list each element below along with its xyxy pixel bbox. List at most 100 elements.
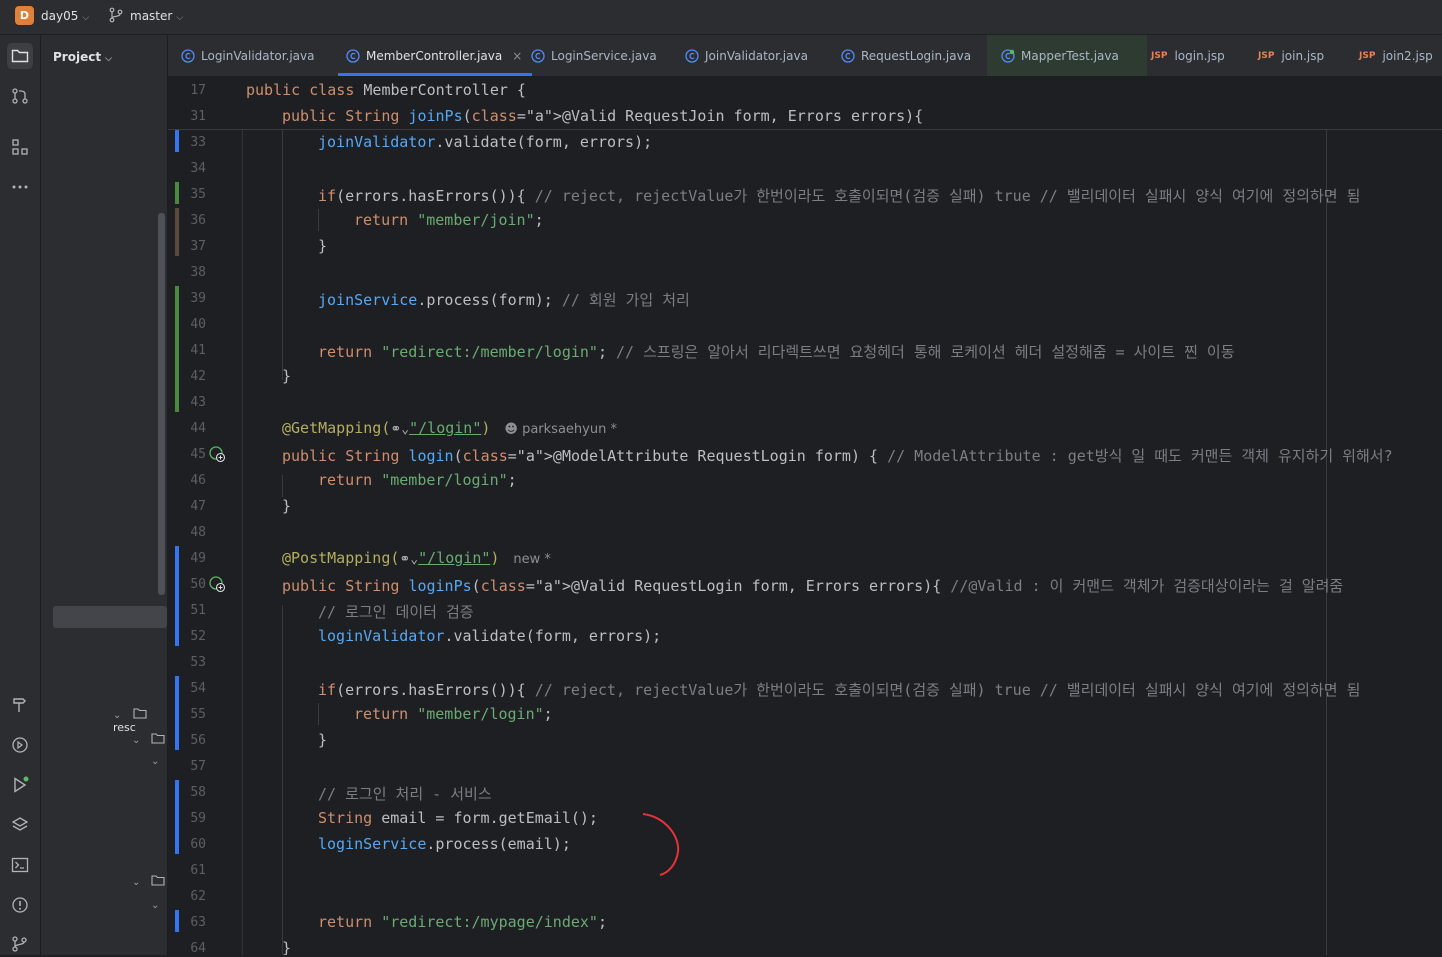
project-panel-header[interactable]: Project ⌵ [53, 50, 112, 64]
line-number: 45 [190, 447, 206, 462]
project-badge[interactable]: D [15, 6, 34, 25]
change-marker-deleted[interactable] [175, 208, 179, 256]
code-line-47: } [282, 497, 291, 515]
folder-icon [133, 708, 147, 719]
layers-tool-button[interactable] [7, 812, 33, 838]
problems-tool-button[interactable] [7, 892, 33, 918]
tab-requestlogin[interactable]: RequestLogin.java [841, 35, 971, 76]
code-text: public String loginPs(class="a">@Valid R… [282, 577, 942, 595]
tree-item-resources[interactable]: ⌄ resc [113, 707, 167, 734]
run-icon [14, 776, 29, 793]
line-number: 54 [190, 681, 206, 696]
sticky-method-line[interactable]: public String joinPs(class="a">@Valid Re… [282, 107, 923, 125]
tab-join-jsp[interactable]: JSP join.jsp [1258, 35, 1324, 76]
code-text: } [282, 367, 292, 385]
layers-icon [11, 817, 29, 831]
change-marker-added[interactable] [175, 286, 179, 412]
author-hint[interactable]: new * [513, 552, 551, 567]
chevron-down-icon[interactable]: ⌄ [132, 735, 140, 746]
git-tool-button[interactable] [7, 931, 33, 957]
test-class-icon [1001, 48, 1015, 63]
structure-tool-button[interactable] [7, 134, 33, 160]
code-text: return "redirect:/mypage/index"; [318, 913, 607, 931]
red-bracket-mark [642, 813, 680, 876]
change-marker-modified[interactable] [175, 676, 179, 750]
globe-icon[interactable]: ⚭⌄ [390, 422, 409, 437]
tab-join2-jsp[interactable]: JSP join2.jsp [1359, 35, 1433, 76]
tree-item-collapsed[interactable]: ⌄ [151, 754, 159, 767]
request-path-link[interactable]: "/login" [418, 549, 490, 567]
change-marker-modified[interactable] [175, 910, 179, 932]
code-text: joinService.process(form); [318, 291, 553, 309]
tree-item-collapsed-2[interactable]: ⌄ [151, 898, 159, 911]
author-hint[interactable]: ☻ parksaehyun * [504, 422, 617, 437]
terminal-tool-button[interactable] [7, 852, 33, 878]
chevron-down-icon[interactable]: ⌄ [113, 710, 121, 721]
sticky-class-line[interactable]: public class MemberController { [246, 81, 526, 99]
web-endpoint-icon[interactable] [208, 575, 226, 593]
code-comment: // reject, rejectValue가 한번이라도 호출이되면(검증 실… [534, 681, 1361, 699]
more-tools-button[interactable] [7, 174, 33, 200]
code-comment: // 회원 가입 처리 [561, 291, 690, 309]
tab-label: LoginService.java [551, 48, 657, 63]
tab-label: MapperTest.java [1021, 48, 1119, 63]
panel-title: Project [53, 50, 102, 64]
project-switcher[interactable]: day05 ⌵ [41, 9, 89, 23]
change-marker-modified[interactable] [175, 130, 179, 152]
tab-membercontroller[interactable]: MemberController.java × [338, 35, 533, 76]
java-class-icon [841, 48, 855, 63]
tree-item-folder-2[interactable]: ⌄ [132, 874, 165, 888]
vertical-scrollbar[interactable] [158, 213, 165, 595]
indent-guide [282, 130, 283, 380]
annotation-text: @PostMapping( [282, 549, 400, 567]
line-number: 40 [190, 317, 206, 332]
code-text: return "member/join"; [354, 211, 544, 229]
line-number: 55 [190, 707, 206, 722]
run-tool-button[interactable] [7, 772, 33, 798]
tab-loginvalidator[interactable]: LoginValidator.java [181, 35, 314, 76]
close-icon[interactable]: × [512, 49, 522, 63]
code-comment: // 스프링은 알아서 리다렉트쓰면 요청헤더 통해 로케이션 헤더 설정해줌 … [616, 343, 1235, 361]
branch-switcher[interactable]: master ⌵ [130, 9, 183, 23]
code-text: String email = form.getEmail(); [318, 809, 598, 827]
code-line-31: public String joinPs(class="a">@Valid Re… [282, 107, 923, 125]
tab-login-jsp[interactable]: JSP login.jsp [1151, 35, 1225, 76]
change-marker-added[interactable] [175, 182, 179, 204]
branch-name: master [130, 9, 173, 23]
code-comment: // reject, rejectValue가 한번이라도 호출이되면(검증 실… [534, 187, 1361, 205]
problems-icon [12, 897, 28, 913]
chevron-down-icon[interactable]: ⌄ [132, 877, 140, 888]
chevron-down-icon[interactable]: ⌄ [151, 900, 159, 911]
line-number: 44 [190, 421, 206, 436]
code-line-55: return "member/login"; [354, 705, 553, 723]
tree-item-folder[interactable]: ⌄ [132, 732, 165, 746]
change-marker-modified[interactable] [175, 546, 179, 646]
code-line-49: @PostMapping(⚭⌄"/login") new * [282, 549, 551, 567]
globe-icon[interactable]: ⚭⌄ [399, 552, 418, 567]
line-number: 51 [190, 603, 206, 618]
change-marker-modified[interactable] [175, 780, 179, 854]
code-line-59: String email = form.getEmail(); [318, 809, 598, 827]
folder-icon [11, 49, 29, 63]
tab-loginservice[interactable]: LoginService.java [531, 35, 657, 76]
tab-joinvalidator[interactable]: JoinValidator.java [685, 35, 808, 76]
request-path-link[interactable]: "/login" [409, 419, 481, 437]
user-icon: ☻ [504, 422, 518, 437]
active-tab-indicator [338, 73, 533, 76]
title-bar: D day05 ⌵ master ⌵ [0, 0, 1442, 35]
build-tool-button[interactable] [7, 692, 33, 718]
code-editor[interactable]: 17 31 33 34 35 36 37 38 39 40 41 42 43 4… [168, 77, 1442, 955]
author-name: parksaehyun * [522, 422, 617, 437]
line-number: 50 [190, 577, 206, 592]
commit-tool-button[interactable] [7, 83, 33, 109]
code-line-39: joinService.process(form); // 회원 가입 처리 [318, 289, 690, 310]
horizontal-scrollbar[interactable] [53, 606, 167, 628]
project-name: day05 [41, 9, 79, 23]
services-tool-button[interactable] [7, 732, 33, 758]
project-tool-button[interactable] [7, 43, 33, 69]
code-line-58: // 로그인 처리 - 서비스 [318, 783, 492, 804]
tab-label: join2.jsp [1382, 48, 1433, 63]
chevron-down-icon[interactable]: ⌄ [151, 756, 159, 767]
tab-mappertest[interactable]: MapperTest.java [987, 35, 1147, 76]
web-endpoint-icon[interactable] [208, 445, 226, 463]
